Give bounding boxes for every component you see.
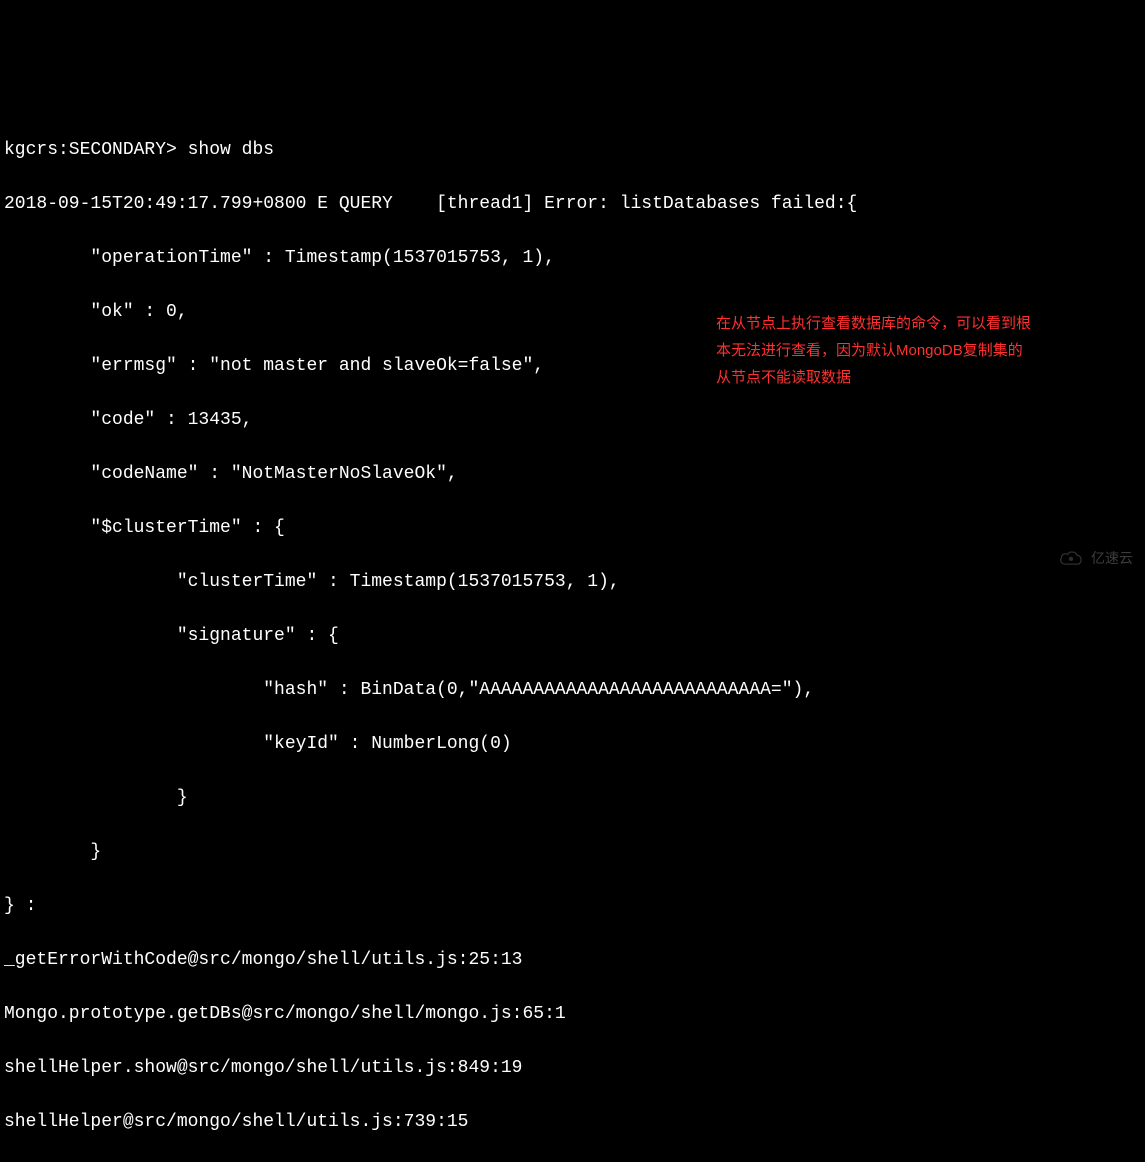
terminal-line: Mongo.prototype.getDBs@src/mongo/shell/m… — [4, 1001, 1141, 1028]
annotation-overlay: 在从节点上执行查看数据库的命令，可以看到根 本无法进行查看，因为默认MongoD… — [716, 310, 1126, 391]
terminal-line: "clusterTime" : Timestamp(1537015753, 1)… — [4, 569, 1141, 596]
terminal-line: "signature" : { — [4, 623, 1141, 650]
terminal-line: _getErrorWithCode@src/mongo/shell/utils.… — [4, 947, 1141, 974]
watermark: 亿速云 — [1057, 547, 1133, 569]
terminal-line: "operationTime" : Timestamp(1537015753, … — [4, 245, 1141, 272]
terminal-line: shellHelper.show@src/mongo/shell/utils.j… — [4, 1055, 1141, 1082]
cloud-icon — [1057, 547, 1085, 569]
terminal-line: "hash" : BinData(0,"AAAAAAAAAAAAAAAAAAAA… — [4, 677, 1141, 704]
terminal-line: } — [4, 839, 1141, 866]
watermark-text: 亿速云 — [1091, 548, 1133, 569]
annotation-line: 本无法进行查看，因为默认MongoDB复制集的 — [716, 337, 1126, 364]
terminal-line: "$clusterTime" : { — [4, 515, 1141, 542]
terminal-line: "codeName" : "NotMasterNoSlaveOk", — [4, 461, 1141, 488]
terminal-line: } : — [4, 893, 1141, 920]
annotation-line: 从节点不能读取数据 — [716, 364, 1126, 391]
annotation-line: 在从节点上执行查看数据库的命令，可以看到根 — [716, 310, 1126, 337]
terminal-line: "code" : 13435, — [4, 407, 1141, 434]
terminal-line: 2018-09-15T20:49:17.799+0800 E QUERY [th… — [4, 191, 1141, 218]
terminal-line: shellHelper@src/mongo/shell/utils.js:739… — [4, 1109, 1141, 1136]
terminal-line: kgcrs:SECONDARY> show dbs — [4, 137, 1141, 164]
terminal-line: "keyId" : NumberLong(0) — [4, 731, 1141, 758]
terminal-line: } — [4, 785, 1141, 812]
terminal-output[interactable]: kgcrs:SECONDARY> show dbs 2018-09-15T20:… — [0, 108, 1145, 1162]
